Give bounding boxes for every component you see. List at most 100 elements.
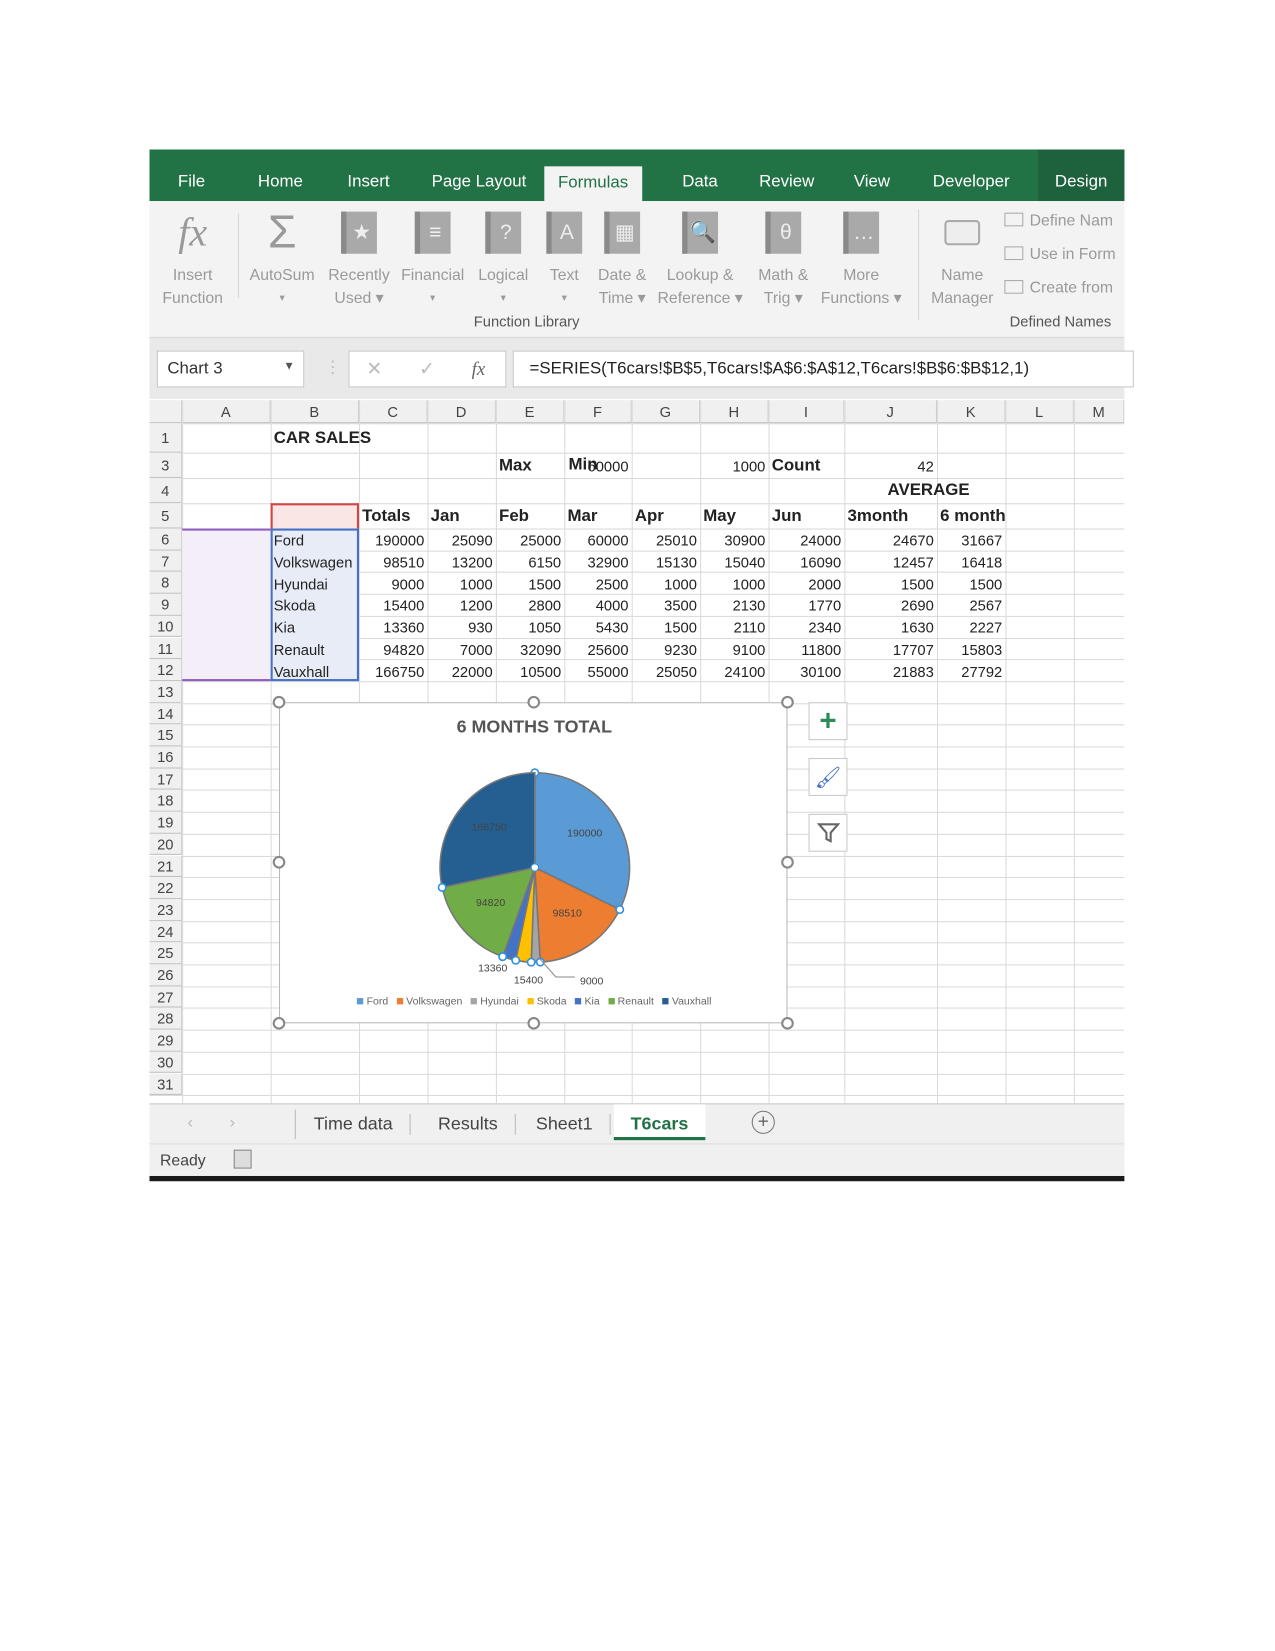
legend-item-kia[interactable]: Kia	[575, 996, 600, 1008]
ribbon-button-more[interactable]: … More Functions ▾	[817, 201, 905, 310]
chart-styles-button[interactable]: 🖌	[808, 758, 848, 796]
tab-design[interactable]: Design	[1055, 173, 1107, 192]
row-header-7[interactable]: 7	[149, 550, 183, 573]
legend-item-renault[interactable]: Renault	[608, 996, 654, 1008]
tab-developer[interactable]: Developer	[933, 173, 1010, 192]
series-point-handle[interactable]	[526, 957, 536, 967]
row-header-22[interactable]: 22	[149, 877, 183, 899]
macro-record-icon[interactable]	[233, 1149, 252, 1169]
ribbon-button-logical[interactable]: ? Logical ▾	[470, 201, 537, 310]
row-header-20[interactable]: 20	[149, 833, 183, 856]
sheet-tab-results[interactable]: Results	[421, 1113, 516, 1135]
row-header-6[interactable]: 6	[149, 528, 183, 551]
row-header-27[interactable]: 27	[149, 986, 183, 1008]
row-header-19[interactable]: 19	[149, 811, 183, 834]
series-point-handle[interactable]	[511, 955, 521, 965]
row-header-28[interactable]: 28	[149, 1007, 183, 1030]
column-header-M[interactable]: M	[1073, 400, 1125, 424]
row-header-13[interactable]: 13	[149, 681, 183, 703]
ribbon-button-recently[interactable]: ★ Recently Used ▾	[322, 201, 396, 310]
row-header-23[interactable]: 23	[149, 898, 183, 921]
enter-icon[interactable]: ✓	[419, 358, 435, 380]
ribbon-button-date[interactable]: ▦ Date & Time ▾	[592, 201, 653, 310]
column-header-F[interactable]: F	[564, 400, 632, 424]
series-point-handle[interactable]	[498, 952, 508, 962]
row-header-17[interactable]: 17	[149, 768, 183, 790]
tab-file[interactable]: File	[178, 173, 205, 192]
cancel-icon[interactable]: ✕	[366, 358, 382, 380]
sheet-tab-sheet1[interactable]: Sheet1	[519, 1113, 611, 1135]
row-header-10[interactable]: 10	[149, 615, 183, 638]
column-header-B[interactable]: B	[270, 400, 360, 424]
define-name-button[interactable]: Define Nam	[1004, 212, 1113, 230]
chevron-down-icon[interactable]: ▼	[283, 360, 294, 373]
chart-filters-button[interactable]	[808, 813, 848, 852]
legend-item-ford[interactable]: Ford	[357, 996, 388, 1008]
column-header-J[interactable]: J	[844, 400, 937, 424]
legend-item-skoda[interactable]: Skoda	[527, 996, 567, 1008]
column-header-L[interactable]: L	[1005, 400, 1074, 424]
tab-formulas[interactable]: Formulas	[544, 166, 642, 202]
formula-input[interactable]: =SERIES(T6cars!$B$5,T6cars!$A$6:$A$12,T6…	[512, 350, 1134, 388]
row-header-15[interactable]: 15	[149, 724, 183, 747]
tab-data[interactable]: Data	[682, 173, 718, 192]
column-header-D[interactable]: D	[427, 400, 496, 424]
add-sheet-icon[interactable]: +	[751, 1110, 775, 1134]
column-header-E[interactable]: E	[495, 400, 565, 424]
row-header-14[interactable]: 14	[149, 702, 183, 725]
ribbon-button-autosum[interactable]: Σ AutoSum ▾	[242, 201, 322, 310]
resize-handle[interactable]	[272, 695, 286, 709]
create-from-selection-button[interactable]: Create from	[1004, 279, 1113, 297]
select-all-corner[interactable]	[149, 400, 183, 424]
row-header-25[interactable]: 25	[149, 942, 183, 965]
series-center-handle[interactable]	[530, 863, 540, 872]
column-header-G[interactable]: G	[631, 400, 701, 424]
legend-item-hyundai[interactable]: Hyundai	[470, 996, 519, 1008]
ribbon-button-insert[interactable]: fx Insert Function	[152, 201, 234, 310]
resize-handle[interactable]	[781, 855, 794, 869]
ribbon-button-financial[interactable]: ≡ Financial ▾	[396, 201, 470, 310]
ribbon-button-text[interactable]: A Text ▾	[539, 201, 590, 310]
tab-insert[interactable]: Insert	[347, 173, 389, 192]
row-header-26[interactable]: 26	[149, 964, 183, 987]
resize-handle[interactable]	[781, 695, 794, 709]
legend-item-vauxhall[interactable]: Vauxhall	[662, 996, 711, 1008]
name-manager-button[interactable]: Name Manager	[924, 201, 1000, 310]
resize-handle[interactable]	[527, 1017, 541, 1030]
use-in-formula-button[interactable]: Use in Form	[1004, 245, 1116, 263]
row-header-3[interactable]: 3	[149, 452, 183, 478]
ribbon-button-math[interactable]: θ Math & Trig ▾	[747, 201, 819, 310]
tab-view[interactable]: View	[854, 173, 890, 192]
row-header-8[interactable]: 8	[149, 572, 183, 594]
row-header-24[interactable]: 24	[149, 920, 183, 943]
row-header-21[interactable]: 21	[149, 855, 183, 878]
tab-home[interactable]: Home	[258, 173, 303, 192]
name-box[interactable]: Chart 3 ▼	[156, 350, 305, 388]
row-header-16[interactable]: 16	[149, 746, 183, 769]
series-point-handle[interactable]	[615, 905, 625, 915]
row-header-4[interactable]: 4	[149, 477, 183, 504]
scroll-right-icon[interactable]: ›	[230, 1114, 236, 1133]
tab-review[interactable]: Review	[759, 173, 814, 192]
row-header-31[interactable]: 31	[149, 1073, 183, 1096]
column-header-C[interactable]: C	[359, 400, 428, 424]
resize-handle[interactable]	[272, 1017, 286, 1030]
row-header-18[interactable]: 18	[149, 790, 183, 812]
resize-handle[interactable]	[527, 695, 541, 709]
row-header-30[interactable]: 30	[149, 1051, 183, 1074]
row-header-9[interactable]: 9	[149, 593, 183, 616]
row-header-12[interactable]: 12	[149, 659, 183, 682]
chart-elements-button[interactable]: +	[808, 702, 848, 741]
pie-chart[interactable]: 6 MONTHS TOTAL 190000 98510 9000 15400 13360…	[278, 702, 788, 1024]
legend-item-volkswagen[interactable]: Volkswagen	[396, 996, 463, 1008]
column-header-A[interactable]: A	[182, 400, 271, 424]
column-header-H[interactable]: H	[700, 400, 769, 424]
insert-function-icon[interactable]: fx	[472, 358, 486, 380]
sheet-tab-t6cars[interactable]: T6cars	[613, 1104, 706, 1141]
row-header-11[interactable]: 11	[149, 637, 183, 660]
column-header-K[interactable]: K	[936, 400, 1006, 424]
scroll-left-icon[interactable]: ‹	[187, 1114, 193, 1133]
sheet-tab-time-data[interactable]: Time data	[297, 1113, 411, 1135]
column-header-I[interactable]: I	[768, 400, 845, 424]
resize-handle[interactable]	[272, 855, 286, 869]
